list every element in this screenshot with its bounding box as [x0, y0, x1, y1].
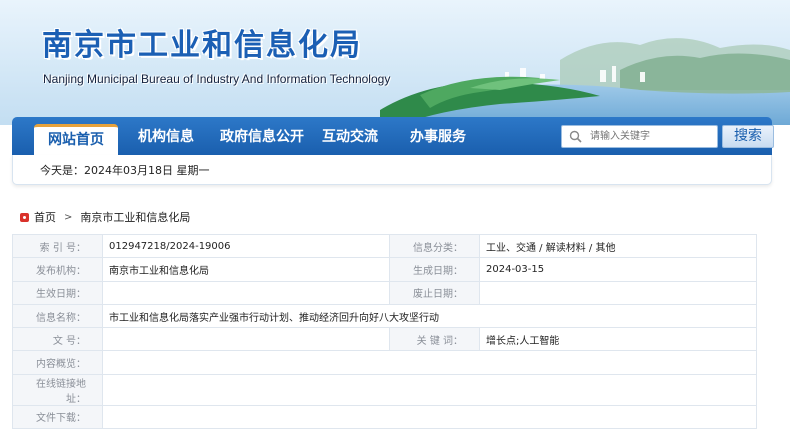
online-link-value[interactable] — [102, 373, 757, 406]
table-row: 在线链接地址： — [12, 373, 757, 406]
index-label: 索 引 号： — [12, 233, 103, 259]
table-row: 内容概览： — [12, 350, 757, 375]
date-bar: 今天是：2024年03月18日 星期一 — [12, 155, 772, 185]
nav-item-gov-info[interactable]: 政府信息公开 — [212, 124, 312, 155]
table-row: 信息名称： 市工业和信息化局落实产业强市行动计划、推动经济回升向好八大攻坚行动 — [12, 303, 757, 329]
nav-item-organization[interactable]: 机构信息 — [130, 124, 202, 155]
nav-item-home[interactable]: 网站首页 — [34, 124, 118, 155]
online-link-label: 在线链接地址： — [12, 373, 103, 406]
created-date-value: 2024-03-15 — [479, 257, 757, 282]
search-input[interactable] — [590, 128, 715, 145]
search-box — [561, 125, 718, 148]
nav-item-interaction[interactable]: 互动交流 — [314, 124, 386, 155]
breadcrumb: 首页 > 南京市工业和信息化局 — [20, 210, 190, 224]
table-row: 生效日期： 废止日期： — [12, 280, 757, 305]
keywords-label: 关 键 词： — [389, 327, 480, 352]
repeal-date-value — [479, 280, 757, 305]
document-meta-table: 索 引 号： 012947218/2024-19006 信息分类： 工业、交通 … — [12, 233, 757, 430]
doc-number-value — [102, 327, 390, 352]
repeal-date-label: 废止日期： — [389, 280, 480, 305]
publisher-label: 发布机构： — [12, 257, 103, 282]
search-button[interactable]: 搜索 — [722, 125, 774, 148]
info-name-value: 市工业和信息化局落实产业强市行动计划、推动经济回升向好八大攻坚行动 — [102, 303, 757, 329]
doc-number-label: 文 号： — [12, 327, 103, 352]
file-download-label: 文件下载： — [12, 404, 103, 430]
nav-item-services[interactable]: 办事服务 — [402, 124, 474, 155]
effective-date-value — [102, 280, 390, 305]
home-icon — [20, 212, 29, 222]
info-name-label: 信息名称： — [12, 303, 103, 329]
category-value: 工业、交通 / 解读材料 / 其他 — [479, 233, 757, 259]
file-download-value[interactable] — [102, 404, 757, 430]
main-nav: 网站首页 机构信息 政府信息公开 互动交流 办事服务 搜索 — [12, 117, 774, 155]
breadcrumb-separator: > — [64, 211, 73, 223]
breadcrumb-home[interactable]: 首页 — [34, 209, 56, 225]
site-title: 南京市工业和信息化局 — [42, 28, 362, 63]
keywords-value: 增长点;人工智能 — [479, 327, 757, 352]
summary-label: 内容概览： — [12, 350, 103, 375]
table-row: 发布机构： 南京市工业和信息化局 生成日期： 2024-03-15 — [12, 257, 757, 282]
created-date-label: 生成日期： — [389, 257, 480, 282]
table-row: 索 引 号： 012947218/2024-19006 信息分类： 工业、交通 … — [12, 233, 757, 259]
today-date: 今天是：2024年03月18日 星期一 — [40, 164, 210, 177]
page: 南京市工业和信息化局 Nanjing Municipal Bureau of I… — [0, 0, 790, 434]
category-label: 信息分类： — [389, 233, 480, 259]
publisher-value: 南京市工业和信息化局 — [102, 257, 390, 282]
effective-date-label: 生效日期： — [12, 280, 103, 305]
table-row: 文 号： 关 键 词： 增长点;人工智能 — [12, 327, 757, 352]
table-row: 文件下载： — [12, 404, 757, 430]
search-icon — [569, 130, 582, 143]
header-banner: 南京市工业和信息化局 Nanjing Municipal Bureau of I… — [0, 0, 790, 125]
index-value: 012947218/2024-19006 — [102, 233, 390, 259]
site-subtitle: Nanjing Municipal Bureau of Industry And… — [43, 72, 391, 86]
summary-value — [102, 350, 757, 375]
breadcrumb-current[interactable]: 南京市工业和信息化局 — [80, 209, 190, 225]
